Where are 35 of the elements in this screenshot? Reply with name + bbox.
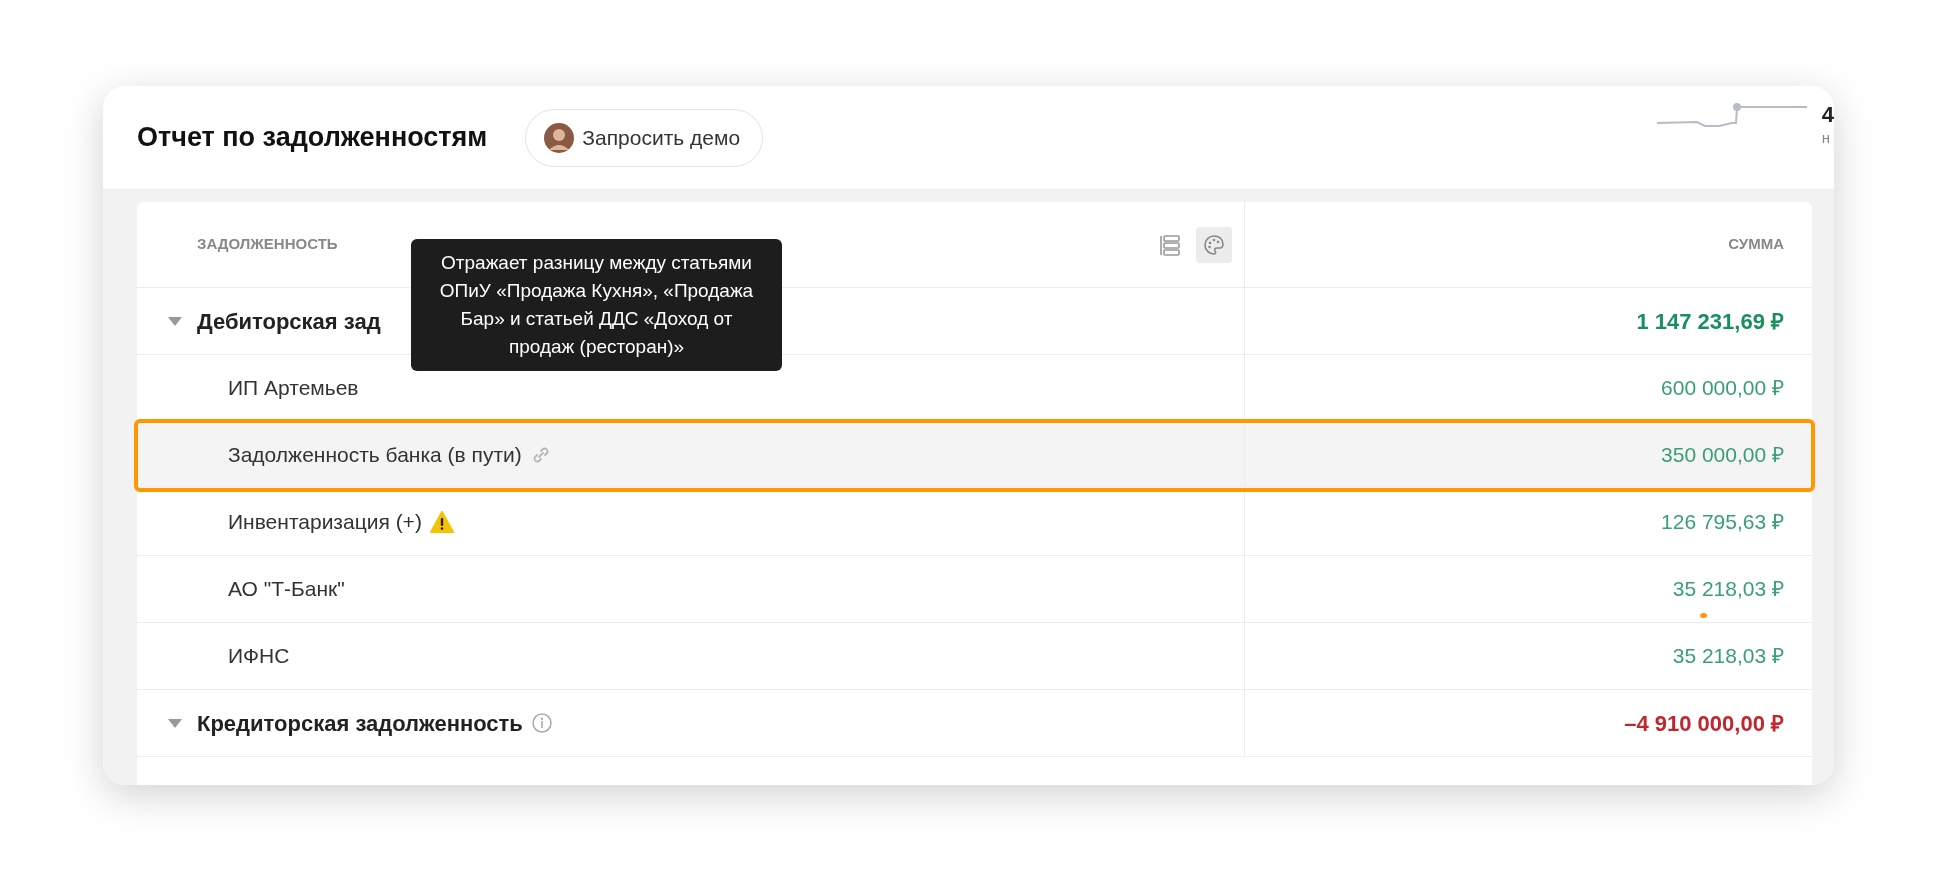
amount-cell-text: 126 795,63 ₽ <box>1661 509 1784 536</box>
amount-cell-text: –4 910 000,00 ₽ <box>1624 709 1784 738</box>
caret-icon[interactable] <box>168 718 182 728</box>
table-row[interactable]: Задолженность банка (в пути) 350 000,00 ₽ <box>137 422 1812 489</box>
table-row[interactable]: Инвентаризация (+) 126 795,63 ₽ <box>137 489 1812 556</box>
row-label: ИФНС <box>228 643 290 670</box>
amount-cell-text: 600 000,00 ₽ <box>1661 375 1784 402</box>
amount-cell-text: 350 000,00 ₽ <box>1661 442 1784 469</box>
column-header: СУММА <box>1728 234 1784 255</box>
table-row[interactable]: ИФНС 35 218,03 ₽ <box>137 623 1812 690</box>
request-demo-button[interactable]: Запросить демо <box>525 108 764 167</box>
row-label: АО "Т-Банк" <box>228 576 345 603</box>
layout-icon <box>1159 233 1181 256</box>
amount-cell-text: 35 218,03 ₽ <box>1672 643 1784 670</box>
row-label: Кредиторская задолженность <box>197 709 523 738</box>
table-row[interactable]: Кредиторская задолженность –4 910 000,00 ₽ <box>137 690 1812 757</box>
stat-value: 4 <box>1821 103 1834 128</box>
amount-cell-text: 35 218,03 ₽ <box>1672 576 1784 603</box>
caret-icon[interactable] <box>168 316 182 326</box>
stat-caption: н <box>1821 128 1832 149</box>
warning-icon <box>429 511 454 533</box>
palette-icon <box>1203 233 1225 256</box>
row-label: Инвентаризация (+) <box>228 509 422 536</box>
row-label: Дебиторская зад <box>197 307 381 336</box>
tooltip: Отражает разницу между статьями ОПиУ «Продажа Кухня», «Продажа Бар» и статьей ДДС «Доход от продаж (ресторан)» <box>411 239 782 371</box>
avatar-icon <box>544 122 575 153</box>
palette-button[interactable] <box>1196 226 1232 263</box>
amount-cell-text: 1 147 231,69 ₽ <box>1636 307 1784 336</box>
row-label: ИП Артемьев <box>228 375 359 402</box>
row-label: Задолженность банка (в пути) <box>228 442 522 469</box>
marker-dot <box>1700 613 1707 618</box>
info-icon[interactable] <box>530 712 553 734</box>
table-row[interactable]: АО "Т-Банк" 35 218,03 ₽ <box>137 556 1812 623</box>
page-title: Отчет по задолженностям <box>137 121 488 154</box>
column-header: ЗАДОЛЖЕННОСТЬ <box>197 234 338 255</box>
